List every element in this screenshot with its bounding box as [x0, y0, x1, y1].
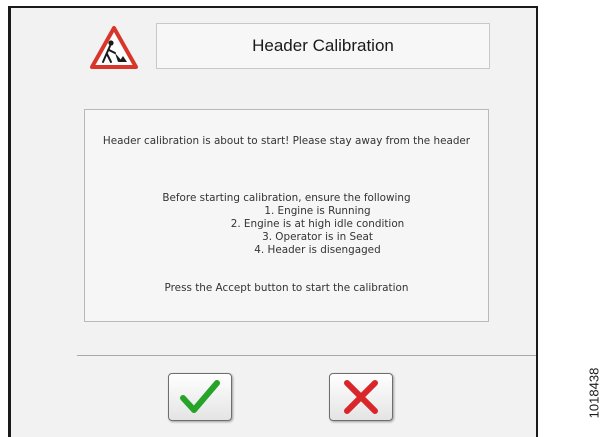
check-icon [180, 380, 220, 413]
checklist-item: 3. Operator is in Seat [262, 231, 373, 243]
message-panel: Header calibration is about to start! Pl… [84, 109, 489, 322]
x-icon [344, 380, 378, 414]
dialog-title: Header Calibration [156, 23, 490, 69]
figure: Header Calibration Header calibration is… [0, 0, 608, 437]
checklist: Before starting calibration, ensure the … [85, 192, 488, 257]
checklist-heading: Before starting calibration, ensure the … [162, 192, 411, 204]
checklist-item: 2. Engine is at high idle condition [230, 218, 405, 230]
divider [77, 355, 536, 356]
checklist-item: 1. Engine is Running [264, 205, 371, 217]
footer-instruction: Press the Accept button to start the cal… [164, 282, 409, 294]
construction-warning-icon [90, 26, 138, 69]
checklist-item: 4. Header is disengaged [254, 244, 381, 256]
calibration-screen: Header Calibration Header calibration is… [8, 6, 538, 437]
cancel-button[interactable] [329, 373, 393, 421]
figure-id-text: 1018438 [586, 367, 602, 419]
figure-id: 1018438 [586, 353, 602, 433]
intro-text: Header calibration is about to start! Pl… [102, 135, 471, 147]
accept-button[interactable] [168, 373, 232, 421]
